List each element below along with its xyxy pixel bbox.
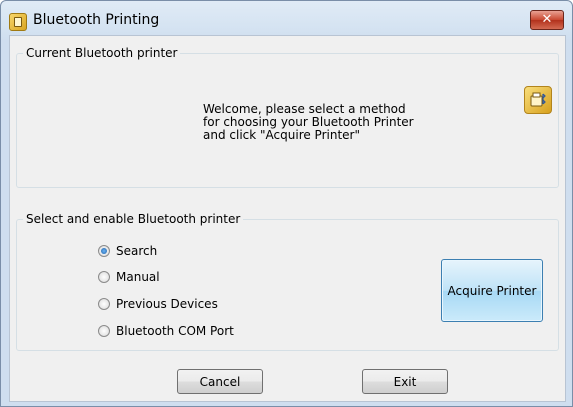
current-printer-group-label: Current Bluetooth printer [23, 46, 181, 60]
welcome-message: Welcome, please select a method for choo… [203, 103, 414, 142]
app-icon [9, 13, 27, 31]
bluetooth-printing-window: Bluetooth Printing ✕ Current Bluetooth p… [0, 0, 573, 407]
window-title: Bluetooth Printing [33, 12, 160, 28]
radio-manual-label: Manual [116, 270, 160, 284]
cancel-button[interactable]: Cancel [177, 369, 263, 394]
radio-manual[interactable]: Manual [98, 269, 160, 285]
welcome-line-3: and click "Acquire Printer" [203, 128, 360, 142]
exit-button[interactable]: Exit [362, 369, 448, 394]
bluetooth-printer-icon [524, 86, 552, 114]
radio-previous-devices-label: Previous Devices [116, 297, 218, 311]
close-button[interactable]: ✕ [530, 10, 564, 30]
select-printer-group-label: Select and enable Bluetooth printer [23, 212, 244, 226]
radio-bluetooth-com-port-label: Bluetooth COM Port [116, 324, 234, 338]
dialog-client-area: Current Bluetooth printer Welcome, pleas… [9, 35, 566, 402]
radio-button-icon[interactable] [98, 245, 110, 257]
title-bar[interactable]: Bluetooth Printing ✕ [1, 1, 572, 39]
current-printer-group: Current Bluetooth printer Welcome, pleas… [16, 46, 559, 188]
radio-search-label: Search [116, 244, 158, 258]
radio-previous-devices[interactable]: Previous Devices [98, 296, 218, 312]
radio-search[interactable]: Search [98, 243, 157, 259]
acquire-printer-button[interactable]: Acquire Printer [441, 259, 543, 322]
radio-button-icon[interactable] [98, 271, 110, 283]
radio-bluetooth-com-port[interactable]: Bluetooth COM Port [98, 323, 234, 339]
radio-button-icon[interactable] [98, 298, 110, 310]
radio-button-icon[interactable] [98, 325, 110, 337]
